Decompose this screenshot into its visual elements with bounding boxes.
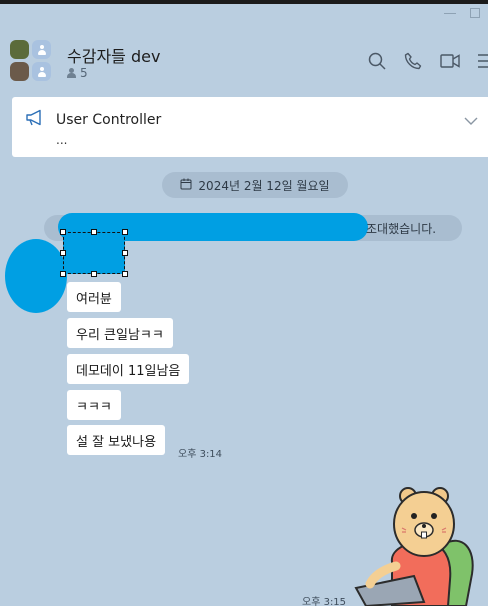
- selection-handle[interactable]: [91, 271, 97, 277]
- calendar-icon: [180, 178, 192, 193]
- selection-handle[interactable]: [60, 271, 66, 277]
- system-message-text: 조대했습니다.: [366, 222, 437, 236]
- notice-preview: ...: [56, 133, 68, 147]
- search-icon[interactable]: [368, 52, 386, 70]
- sender-name-redacted: [60, 229, 128, 277]
- member-count[interactable]: 5: [67, 66, 88, 80]
- minimize-icon[interactable]: [444, 6, 456, 14]
- member-avatar: [10, 40, 29, 59]
- chat-header: 수감자들 dev 5: [0, 30, 488, 90]
- menu-icon[interactable]: [478, 52, 488, 70]
- message-time: 오후 3:14: [178, 449, 223, 460]
- default-profile-icon: [32, 40, 51, 59]
- video-call-icon[interactable]: [440, 52, 460, 70]
- message-bubble[interactable]: 우리 큰일남ㅋㅋ: [67, 318, 173, 348]
- chat-title[interactable]: 수감자들 dev: [67, 43, 160, 67]
- date-divider: 2024년 2월 12일 월요일: [162, 172, 348, 198]
- message-bubble[interactable]: 설 잘 보냈나용: [67, 425, 166, 455]
- message-bubble[interactable]: ㅋㅋㅋ: [67, 390, 121, 420]
- selection-handle[interactable]: [122, 229, 128, 235]
- bear-sticker-image[interactable]: [352, 484, 488, 606]
- default-profile-icon: [32, 62, 51, 81]
- member-count-value: 5: [80, 66, 88, 80]
- maximize-icon[interactable]: [470, 8, 480, 18]
- selection-handle[interactable]: [60, 229, 66, 235]
- chevron-down-icon[interactable]: [464, 111, 478, 130]
- window-controls: [444, 6, 480, 18]
- window-top-border: [0, 0, 488, 4]
- notice-banner[interactable]: User Controller ...: [12, 97, 488, 157]
- selection-handle[interactable]: [91, 229, 97, 235]
- notice-title: User Controller: [56, 112, 162, 128]
- person-icon: [67, 68, 76, 78]
- date-text: 2024년 2월 12일 월요일: [198, 178, 330, 193]
- selection-handle[interactable]: [122, 271, 128, 277]
- sender-avatar[interactable]: [5, 239, 67, 313]
- sticker-time: 오후 3:15: [302, 597, 347, 606]
- message-bubble[interactable]: 여러뷴: [67, 282, 121, 312]
- header-actions: [368, 52, 488, 70]
- phone-icon[interactable]: [404, 52, 422, 70]
- message-bubble[interactable]: 데모데이 11일남음: [67, 354, 190, 384]
- selection-handle[interactable]: [122, 250, 128, 256]
- selection-handle[interactable]: [60, 250, 66, 256]
- megaphone-icon: [25, 109, 45, 131]
- member-avatar: [10, 62, 29, 81]
- group-avatar[interactable]: [10, 40, 54, 84]
